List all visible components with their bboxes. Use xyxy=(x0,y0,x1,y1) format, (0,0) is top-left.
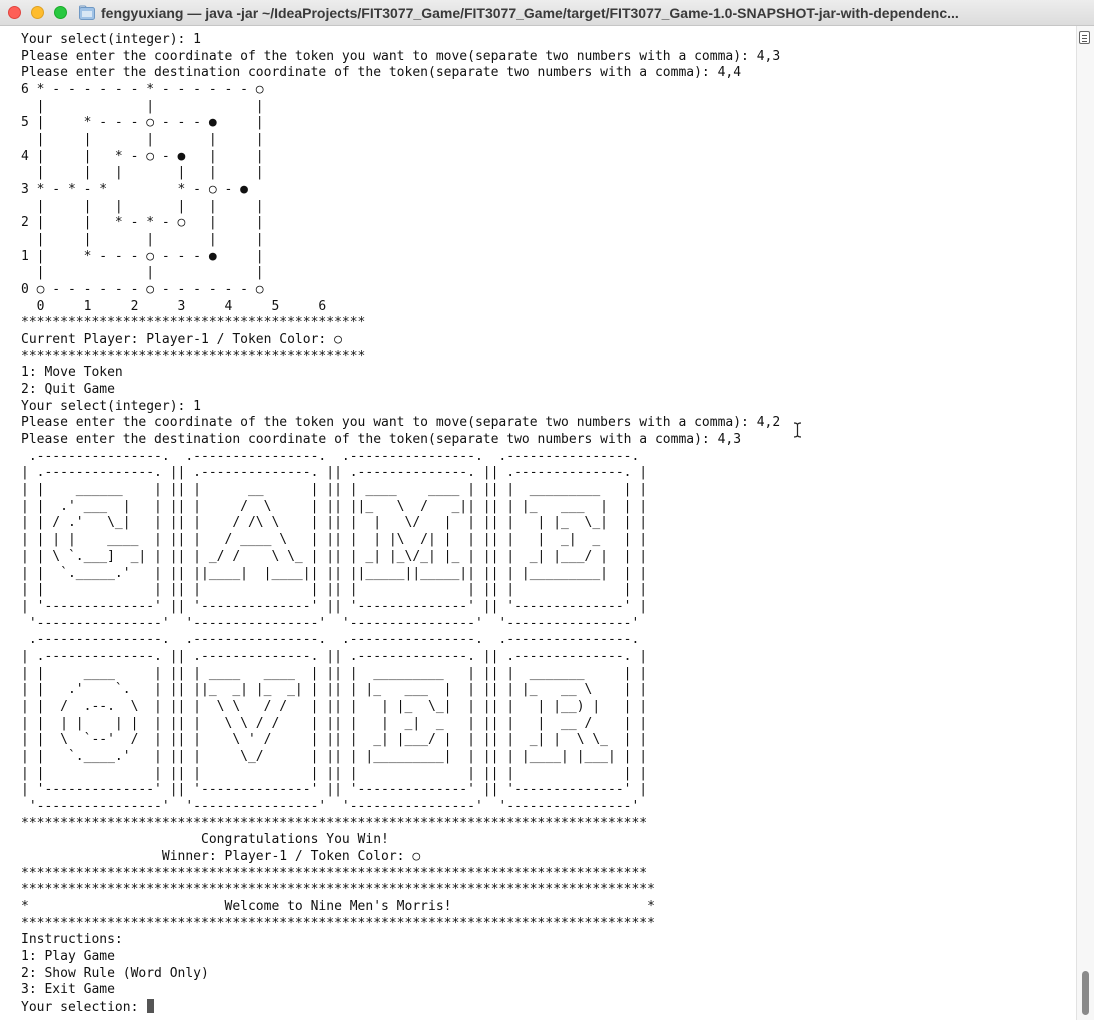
terminal-line: Winner: Player-1 / Token Color: ○ xyxy=(21,848,421,864)
prompt-line[interactable]: Your selection: xyxy=(21,998,780,1016)
terminal-line: 2: Show Rule (Word Only) xyxy=(21,965,209,981)
terminal-line: Please enter the destination coordinate … xyxy=(21,65,742,81)
terminal-line: 3: Exit Game xyxy=(21,982,115,998)
terminal-line: | | / .--. \ | || | \ \ / / | || | | |_ … xyxy=(21,698,648,714)
terminal-line: 6 * - - - - - - * - - - - - - ○ xyxy=(21,82,264,98)
terminal-line: ****************************************… xyxy=(21,815,648,831)
terminal-line: | | `.____.' | || | \_/ | || | |________… xyxy=(21,748,648,764)
terminal-line: | .--------------. || .--------------. |… xyxy=(21,465,648,481)
scroll-marker-icon[interactable] xyxy=(1079,31,1090,44)
terminal-line: 1: Play Game xyxy=(21,948,115,964)
minimize-button[interactable] xyxy=(31,6,44,19)
terminal-line: | | | | | xyxy=(21,132,264,148)
folder-icon xyxy=(79,5,95,20)
terminal-line: '----------------' '----------------' '-… xyxy=(21,798,640,814)
terminal-line: | | | | | xyxy=(21,232,264,248)
title-bar[interactable]: fengyuxiang — java -jar ~/IdeaProjects/F… xyxy=(0,0,1094,26)
vertical-scrollbar[interactable] xyxy=(1076,26,1094,1020)
terminal-line: | | | | | | | || | \ \ / / | || | | _| _… xyxy=(21,715,648,731)
terminal-line: 2: Quit Game xyxy=(21,382,115,398)
terminal-line: .----------------. .----------------. .-… xyxy=(21,448,640,464)
terminal-line: | | | | | | xyxy=(21,198,264,214)
terminal-line: | | \ `--' / | || | \ ' / | || | _| |___… xyxy=(21,732,648,748)
terminal-line: 0 1 2 3 4 5 6 xyxy=(21,298,327,314)
terminal-line: | | \ `.___] _| | || | _/ / \ \_ | || | … xyxy=(21,548,648,564)
terminal-line: | | ______ | || | __ | || | ____ ____ | … xyxy=(21,482,648,498)
maximize-button[interactable] xyxy=(54,6,67,19)
terminal-line: Current Player: Player-1 / Token Color: … xyxy=(21,332,342,348)
terminal-output: Your select(integer): 1 Please enter the … xyxy=(21,32,780,1016)
terminal-line: Please enter the destination coordinate … xyxy=(21,432,742,448)
terminal-line: '----------------' '----------------' '-… xyxy=(21,615,640,631)
terminal-line: | | .' `. | || ||_ _| |_ _| | || | |_ __… xyxy=(21,682,648,698)
terminal-line: * Welcome to Nine Men's Morris! * xyxy=(21,898,655,914)
terminal-line: | | ____ | || | ____ ____ | || | _______… xyxy=(21,665,648,681)
terminal-line: 1: Move Token xyxy=(21,365,123,381)
terminal-line: Instructions: xyxy=(21,932,123,948)
terminal-line: ****************************************… xyxy=(21,915,655,931)
terminal-line: ****************************************… xyxy=(21,865,648,881)
ibeam-cursor-icon xyxy=(793,422,802,438)
terminal-line: 0 ○ - - - - - - ○ - - - - - - ○ xyxy=(21,282,264,298)
terminal-line: ****************************************… xyxy=(21,882,655,898)
terminal-line: Your select(integer): 1 xyxy=(21,398,202,414)
terminal-line: 3 * - * - * * - ○ - ● xyxy=(21,182,248,198)
terminal-line: | '--------------' || '--------------' |… xyxy=(21,782,648,798)
terminal-line: | | / .' \_| | || | / /\ \ | || | | \/ |… xyxy=(21,515,648,531)
terminal-line: | | | | | | xyxy=(21,165,264,181)
terminal-line: | | | || | | || | | || | | | xyxy=(21,765,648,781)
output-lines: Your select(integer): 1 Please enter the … xyxy=(21,32,780,999)
text-cursor xyxy=(147,998,155,1013)
window-title: fengyuxiang — java -jar ~/IdeaProjects/F… xyxy=(101,5,959,21)
terminal-line: | .--------------. || .--------------. |… xyxy=(21,648,648,664)
terminal-line: 1 | * - - - ○ - - - ● | xyxy=(21,248,264,264)
terminal-line: | | | xyxy=(21,98,264,114)
terminal-line: 5 | * - - - ○ - - - ● | xyxy=(21,115,264,131)
terminal-line: | '--------------' || '--------------' |… xyxy=(21,598,648,614)
terminal-line: ****************************************… xyxy=(21,315,366,331)
terminal-line: | | | xyxy=(21,265,264,281)
scroll-thumb[interactable] xyxy=(1082,971,1089,1015)
terminal-line: .----------------. .----------------. .-… xyxy=(21,632,640,648)
terminal-line: ****************************************… xyxy=(21,348,366,364)
close-button[interactable] xyxy=(8,6,21,19)
terminal-line: | | | | ____ | || | / ____ \ | || | | |\… xyxy=(21,532,648,548)
terminal-line: 4 | | * - ○ - ● | | xyxy=(21,148,264,164)
terminal-line: Your select(integer): 1 xyxy=(21,32,202,47)
terminal-content[interactable]: Your select(integer): 1 Please enter the … xyxy=(0,26,1076,1020)
terminal-line: Please enter the coordinate of the token… xyxy=(21,415,781,431)
terminal-line: Congratulations You Win! xyxy=(21,832,389,848)
terminal-line: | | `._____.' | || ||____| |____|| || ||… xyxy=(21,565,648,581)
terminal-line: Please enter the coordinate of the token… xyxy=(21,48,781,64)
terminal-window: fengyuxiang — java -jar ~/IdeaProjects/F… xyxy=(0,0,1094,1020)
terminal-line: 2 | | * - * - ○ | | xyxy=(21,215,264,231)
prompt-text: Your selection: xyxy=(21,999,147,1015)
terminal-line: | | .' ___ | | || | / \ | || ||_ \ / _||… xyxy=(21,498,648,514)
terminal-line: | | | || | | || | | || | | | xyxy=(21,582,648,598)
